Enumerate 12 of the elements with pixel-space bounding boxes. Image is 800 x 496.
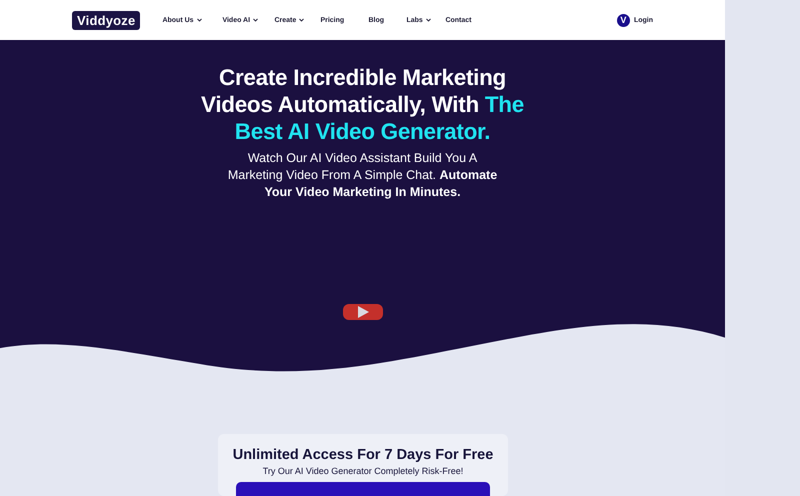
avatar-icon: V xyxy=(616,14,630,27)
hero-subtitle: Watch Our AI Video Assistant Build You A Marketing Video From A Simple Chat. Automate Your Video Marketing In Minutes. xyxy=(226,150,498,202)
play-icon xyxy=(356,305,370,320)
caret-icon xyxy=(196,18,202,22)
offer-subtitle: Try Our AI Video Generator Completely Risk-Free! xyxy=(262,466,464,476)
hero-headline: Create Incredible Marketing Videos Automatically, With The Best AI Video Generator. xyxy=(200,64,525,146)
caret-icon xyxy=(426,18,431,22)
play-button[interactable] xyxy=(342,304,382,320)
caret-icon xyxy=(299,18,304,22)
logo[interactable]: Viddyoze xyxy=(72,10,140,30)
caret-icon xyxy=(253,18,258,22)
offer-title: Unlimited Access For 7 Days For Free xyxy=(232,447,494,463)
